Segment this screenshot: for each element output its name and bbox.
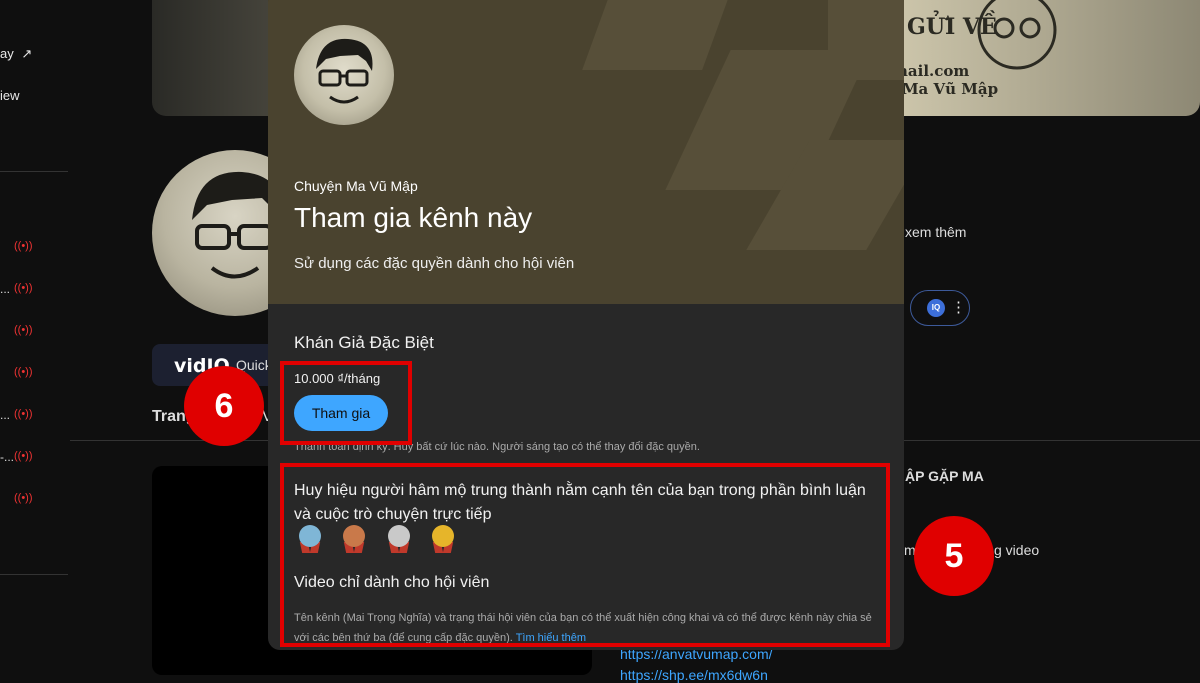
dialog-channel-avatar	[294, 25, 394, 125]
step-badge-join: 6	[184, 366, 264, 446]
see-more-link[interactable]: xem thêm	[905, 224, 966, 240]
external-link-icon: ↗	[21, 46, 33, 61]
vidiq-button[interactable]: IQ ⋮	[910, 290, 970, 326]
dialog-subtitle: Sử dụng các đặc quyền dành cho hội viên	[294, 255, 575, 272]
sidebar-item-partial[interactable]: iew	[0, 88, 20, 103]
step-badge-perks: 5	[914, 516, 994, 596]
live-icon: ((•))	[14, 240, 33, 252]
description-link[interactable]: https://shp.ee/mx6dw6n	[620, 667, 768, 683]
more-vert-icon[interactable]: ⋮	[951, 298, 966, 316]
description-text: g video	[994, 542, 1040, 558]
highlight-perks-box	[280, 463, 890, 647]
dialog-header: Chuyện Ma Vũ Mập Tham gia kênh này Sử dụ…	[268, 0, 904, 304]
banner-text: nail.com	[897, 62, 970, 80]
sidebar-truncated-text: ...	[0, 282, 11, 296]
dialog-title: Tham gia kênh này	[294, 202, 533, 233]
vidiq-icon: IQ	[927, 299, 945, 317]
sidebar-truncated-text: -...	[0, 450, 14, 464]
sidebar: ay ↗ iew ((•)) ... ((•)) ((•)) ((•)) ...…	[0, 0, 70, 675]
live-icon: ((•))	[14, 366, 33, 378]
face-caricature	[316, 38, 373, 104]
sidebar-item-partial[interactable]: ay ↗	[0, 46, 32, 62]
highlight-join-box	[280, 361, 412, 445]
playlist-title[interactable]: ẬP GẶP MA	[905, 468, 984, 484]
live-icon: ((•))	[14, 408, 33, 420]
sidebar-divider	[0, 171, 68, 172]
sidebar-truncated-text: ...	[0, 408, 11, 422]
sidebar-divider	[0, 574, 68, 575]
live-icon: ((•))	[14, 282, 33, 294]
sidebar-item-label: ay	[0, 46, 14, 61]
live-icon: ((•))	[14, 492, 33, 504]
live-icon: ((•))	[14, 324, 33, 336]
channel-name: Chuyện Ma Vũ Mập	[294, 178, 418, 194]
banner-caricature	[977, 0, 1057, 70]
membership-tier-name: Khán Giả Đặc Biệt	[294, 333, 434, 352]
live-icon: ((•))	[14, 450, 33, 462]
